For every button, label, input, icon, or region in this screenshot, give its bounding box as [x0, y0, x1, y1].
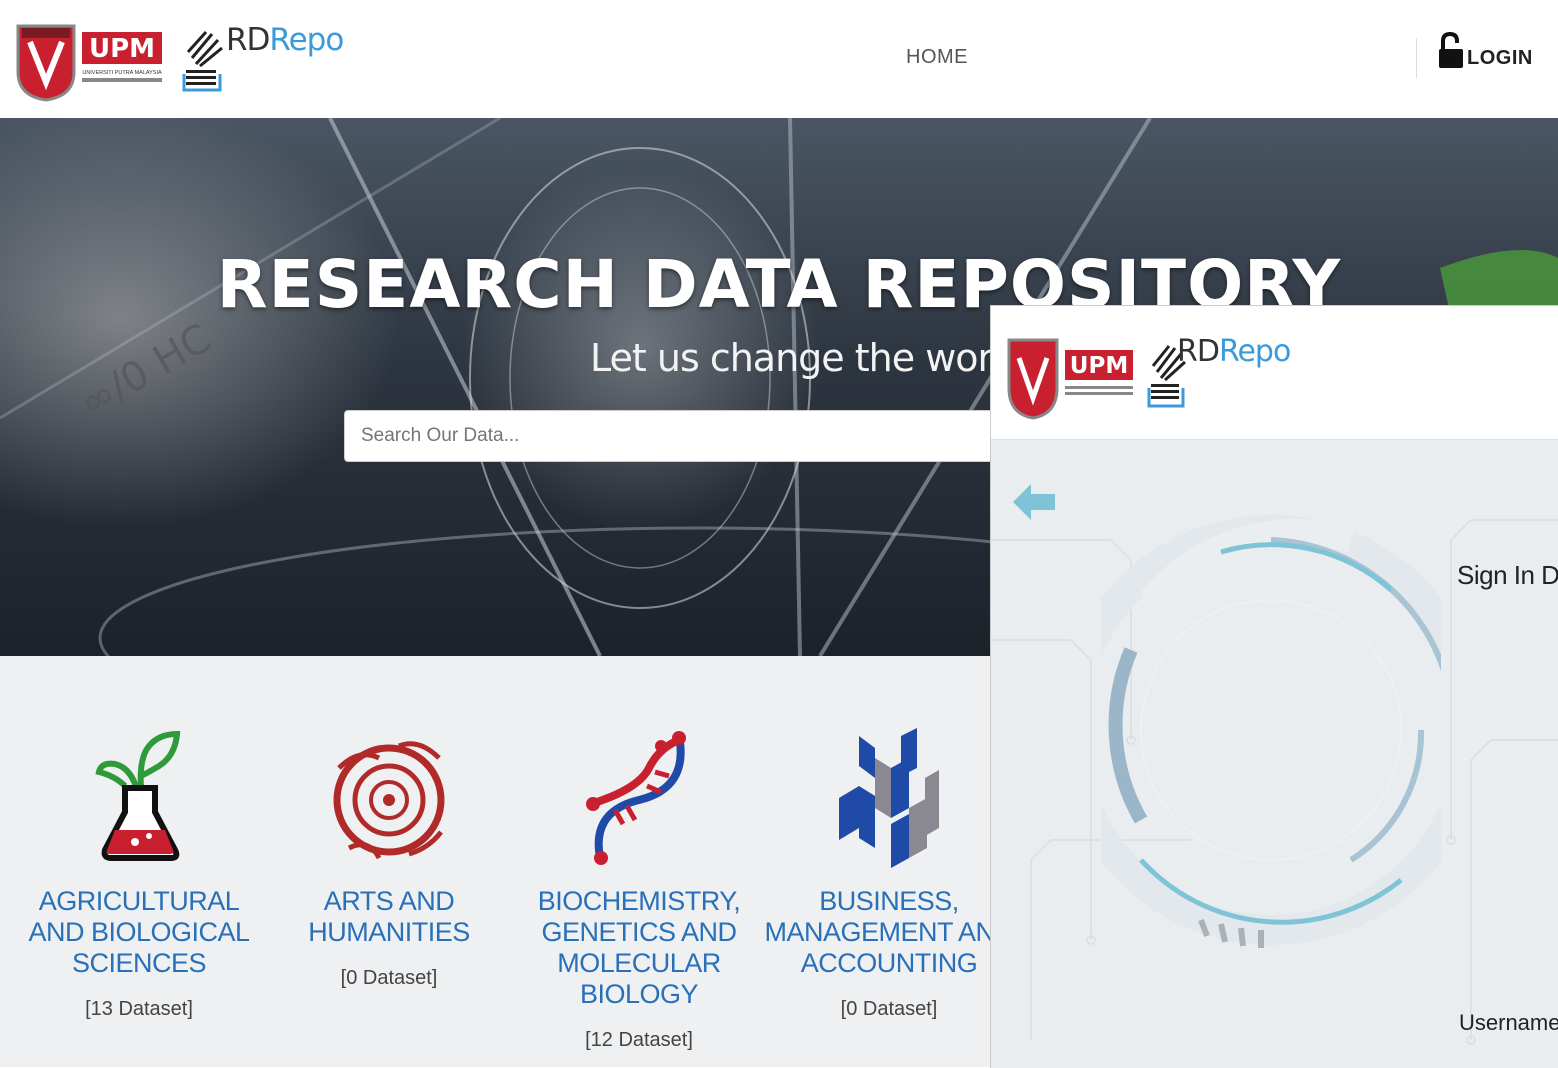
rdrepo-logo[interactable]: RDRepo: [180, 18, 350, 98]
category-card-business[interactable]: BUSINESS, MANAGEMENT AND ACCOUNTING [0 D…: [764, 656, 1014, 1067]
category-count: [12 Dataset]: [585, 1029, 693, 1051]
dna-icon: [586, 731, 686, 865]
upm-logo-text: UPM: [89, 34, 155, 64]
signin-rdrepo-text: RDRepo: [1177, 334, 1291, 369]
category-count: [0 Dataset]: [840, 998, 938, 1020]
blocks-icon: [839, 728, 939, 868]
rd-prefix: RD: [1177, 334, 1220, 369]
signin-body: Sign In Dat Username :: [991, 440, 1558, 1068]
category-card-agricultural[interactable]: AGRICULTURAL AND BIOLOGICAL SCIENCES [13…: [14, 656, 264, 1067]
category-title[interactable]: BIOCHEMISTRY, GENETICS AND MOLECULAR BIO…: [514, 886, 764, 1010]
category-count: [0 Dataset]: [340, 967, 438, 989]
rdrepo-logo-text: RDRepo: [226, 22, 344, 58]
repo-suffix: Repo: [269, 22, 344, 58]
category-title[interactable]: ARTS AND HUMANITIES: [264, 886, 514, 948]
hero-subtitle: Let us change the world: [590, 336, 1026, 380]
category-grid: AGRICULTURAL AND BIOLOGICAL SCIENCES [13…: [0, 656, 1014, 1067]
upm-crest-icon: UPM: [1007, 338, 1133, 420]
signin-upm-logo[interactable]: UPM: [1005, 336, 1135, 420]
category-count: [13 Dataset]: [85, 998, 193, 1020]
upm-crest-icon: UPM UNIVERSITI PUTRA MALAYSIA: [16, 24, 162, 102]
nav-divider: [1416, 38, 1417, 78]
unlock-icon: [1439, 32, 1463, 68]
upm-logo[interactable]: UPM UNIVERSITI PUTRA MALAYSIA: [14, 22, 164, 102]
upm-logo-subtext: UNIVERSITI PUTRA MALAYSIA: [82, 70, 162, 76]
search-input[interactable]: [344, 410, 1044, 462]
login-button[interactable]: LOGIN: [1437, 30, 1533, 70]
login-label: LOGIN: [1467, 47, 1533, 69]
signin-title: Sign In Dat: [1457, 560, 1558, 590]
back-arrow-icon[interactable]: [1009, 480, 1059, 524]
category-card-arts[interactable]: ARTS AND HUMANITIES [0 Dataset]: [264, 656, 514, 1067]
rd-prefix: RD: [226, 22, 270, 58]
category-card-biochemistry[interactable]: BIOCHEMISTRY, GENETICS AND MOLECULAR BIO…: [514, 656, 764, 1067]
category-title[interactable]: AGRICULTURAL AND BIOLOGICAL SCIENCES: [14, 886, 264, 979]
signin-header: UPM RDRepo: [991, 306, 1558, 440]
signin-panel: UPM RDRepo Sign In D Username: [990, 305, 1558, 1068]
repo-suffix: Repo: [1218, 334, 1291, 369]
plant-flask-icon: [95, 730, 181, 861]
signin-rdrepo-logo[interactable]: RDRepo: [1147, 332, 1307, 412]
rings-graphic: [1101, 515, 1441, 948]
category-title[interactable]: BUSINESS, MANAGEMENT AND ACCOUNTING: [764, 886, 1014, 979]
username-label: Username :: [1459, 1010, 1558, 1035]
signin-upm-logo-text: UPM: [1070, 353, 1128, 379]
nav-home-link[interactable]: HOME: [906, 46, 968, 69]
rdrepo-emblem-icon: [182, 30, 223, 92]
ornament-icon: [333, 741, 445, 860]
top-navbar: UPM UNIVERSITI PUTRA MALAYSIA RDRepo HOM…: [0, 0, 1558, 119]
